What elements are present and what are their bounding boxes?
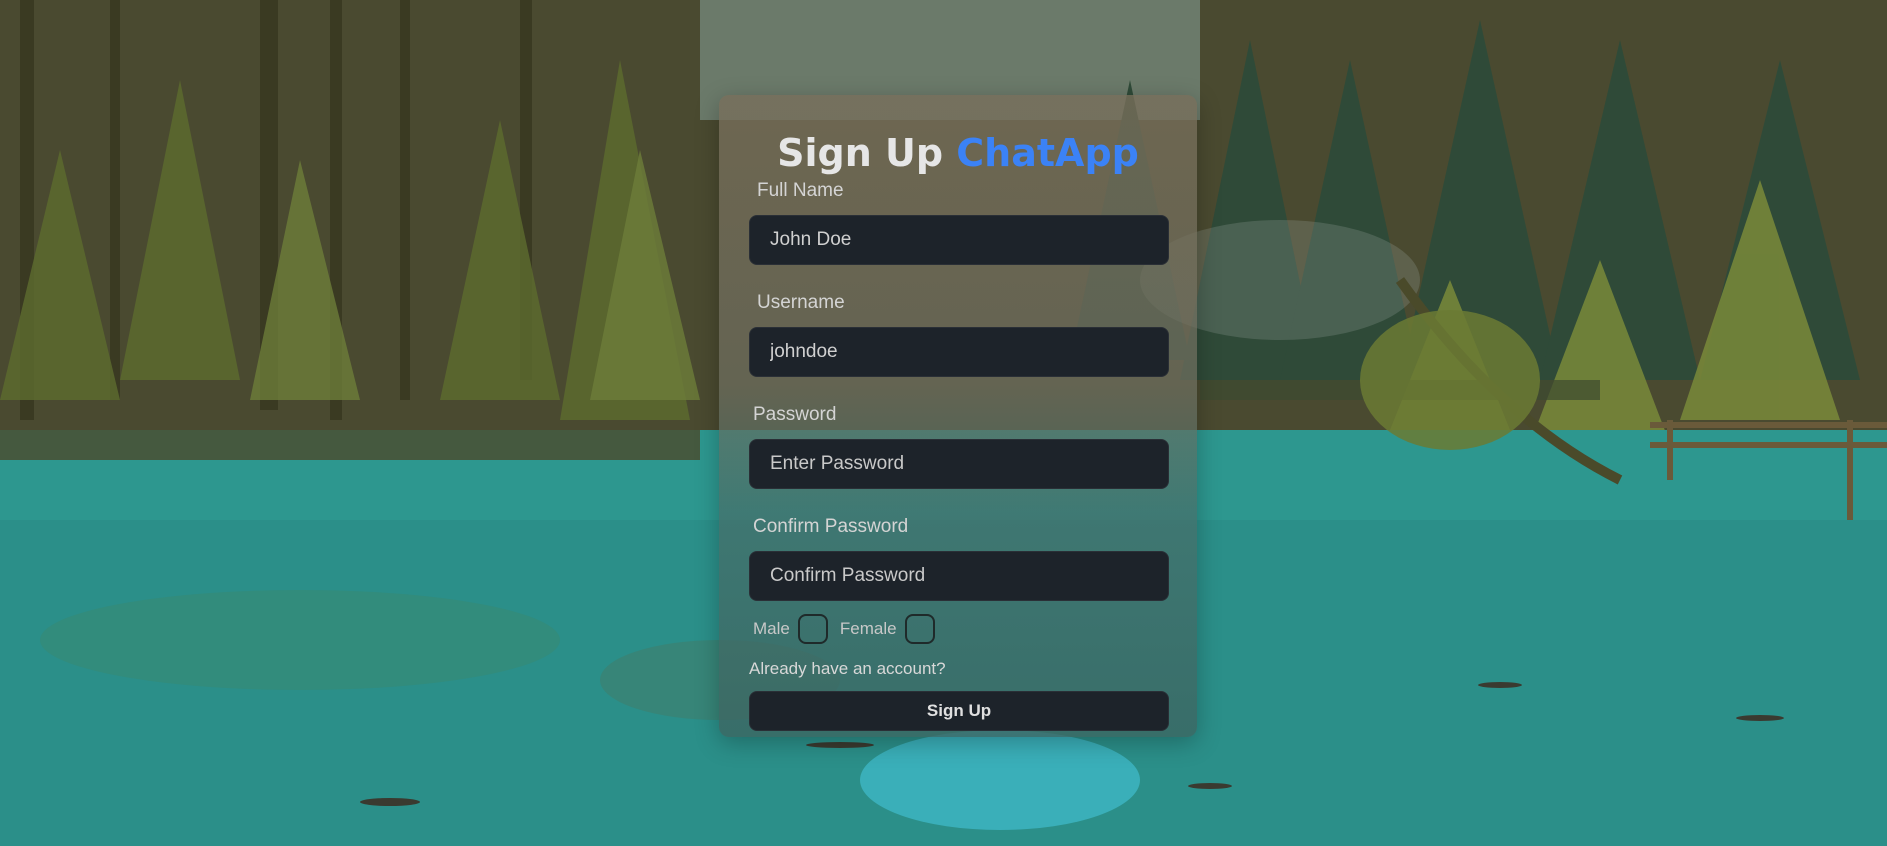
title-text: Sign Up	[777, 131, 944, 175]
gender-female-checkbox[interactable]	[904, 614, 935, 644]
fullname-input[interactable]	[749, 215, 1169, 265]
confirm-password-label: Confirm Password	[753, 516, 909, 537]
page-title: Sign Up ChatApp	[749, 131, 1167, 175]
gender-selector: Male Female	[753, 613, 1167, 645]
signup-button[interactable]: Sign Up	[749, 691, 1169, 731]
signup-card: Sign Up ChatApp Full Name Username Passw…	[719, 95, 1197, 737]
title-accent: ChatApp	[956, 131, 1139, 175]
username-input[interactable]	[749, 327, 1169, 377]
gender-male-label: Male	[753, 619, 790, 638]
username-label: Username	[757, 292, 845, 313]
password-label: Password	[753, 404, 837, 425]
password-input[interactable]	[749, 439, 1169, 489]
gender-male-checkbox[interactable]	[797, 614, 828, 644]
confirm-password-input[interactable]	[749, 551, 1169, 601]
fullname-label: Full Name	[757, 180, 844, 201]
gender-female-label: Female	[839, 619, 897, 638]
login-link[interactable]: Already have an account?	[749, 659, 1167, 679]
